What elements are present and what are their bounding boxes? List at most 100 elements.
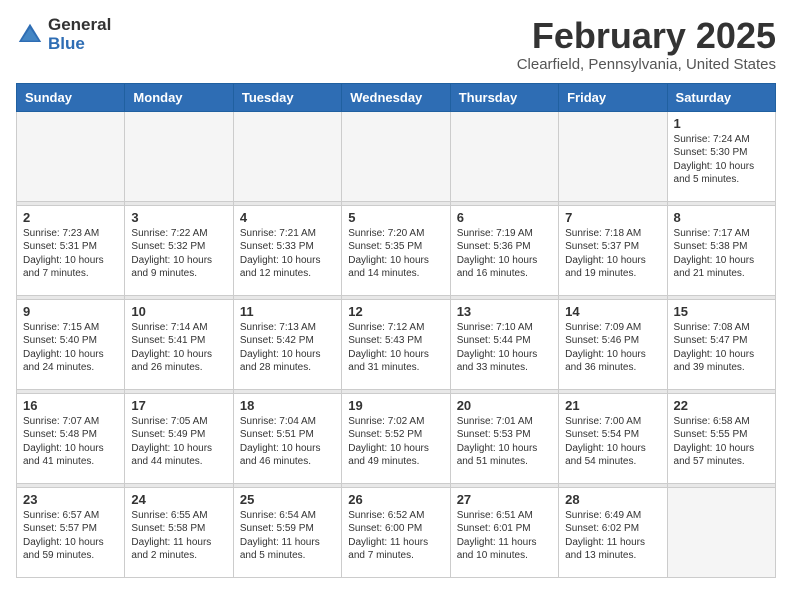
calendar-week-row-5: 23 Sunrise: 6:57 AM Sunset: 5:57 PM Dayli…	[17, 487, 776, 577]
day-info: Sunrise: 7:12 AM Sunset: 5:43 PM Dayligh…	[348, 321, 443, 375]
weekday-header-tuesday: Tuesday	[233, 83, 341, 111]
weekday-header-row: SundayMondayTuesdayWednesdayThursdayFrid…	[17, 83, 776, 111]
day-number: 26	[348, 492, 443, 507]
day-info: Sunrise: 6:52 AM Sunset: 6:00 PM Dayligh…	[348, 509, 443, 563]
calendar-cell	[667, 487, 775, 577]
calendar-week-row-2: 2 Sunrise: 7:23 AM Sunset: 5:31 PM Daylig…	[17, 205, 776, 295]
calendar-cell	[125, 111, 233, 201]
day-number: 10	[131, 304, 226, 319]
calendar-table: SundayMondayTuesdayWednesdayThursdayFrid…	[16, 83, 776, 578]
day-info: Sunrise: 7:15 AM Sunset: 5:40 PM Dayligh…	[23, 321, 118, 375]
day-info: Sunrise: 6:51 AM Sunset: 6:01 PM Dayligh…	[457, 509, 552, 563]
calendar-cell: 5 Sunrise: 7:20 AM Sunset: 5:35 PM Daylig…	[342, 205, 450, 295]
day-info: Sunrise: 6:49 AM Sunset: 6:02 PM Dayligh…	[565, 509, 660, 563]
day-number: 25	[240, 492, 335, 507]
calendar-cell	[559, 111, 667, 201]
calendar-cell: 28 Sunrise: 6:49 AM Sunset: 6:02 PM Dayli…	[559, 487, 667, 577]
calendar-cell: 13 Sunrise: 7:10 AM Sunset: 5:44 PM Dayli…	[450, 299, 558, 389]
day-number: 16	[23, 398, 118, 413]
day-number: 4	[240, 210, 335, 225]
day-info: Sunrise: 7:01 AM Sunset: 5:53 PM Dayligh…	[457, 415, 552, 469]
day-number: 18	[240, 398, 335, 413]
day-number: 2	[23, 210, 118, 225]
page-header: General Blue February 2025 Clearfield, P…	[16, 16, 776, 73]
calendar-cell: 14 Sunrise: 7:09 AM Sunset: 5:46 PM Dayli…	[559, 299, 667, 389]
weekday-header-wednesday: Wednesday	[342, 83, 450, 111]
day-info: Sunrise: 7:23 AM Sunset: 5:31 PM Dayligh…	[23, 227, 118, 281]
calendar-cell: 26 Sunrise: 6:52 AM Sunset: 6:00 PM Dayli…	[342, 487, 450, 577]
day-info: Sunrise: 7:10 AM Sunset: 5:44 PM Dayligh…	[457, 321, 552, 375]
logo-blue-text: Blue	[48, 35, 111, 54]
calendar-cell	[342, 111, 450, 201]
weekday-header-saturday: Saturday	[667, 83, 775, 111]
logo-general-text: General	[48, 16, 111, 35]
location-text: Clearfield, Pennsylvania, United States	[517, 56, 776, 73]
calendar-cell	[450, 111, 558, 201]
weekday-header-friday: Friday	[559, 83, 667, 111]
day-number: 8	[674, 210, 769, 225]
day-info: Sunrise: 7:02 AM Sunset: 5:52 PM Dayligh…	[348, 415, 443, 469]
day-number: 20	[457, 398, 552, 413]
day-info: Sunrise: 6:55 AM Sunset: 5:58 PM Dayligh…	[131, 509, 226, 563]
day-number: 13	[457, 304, 552, 319]
calendar-cell: 19 Sunrise: 7:02 AM Sunset: 5:52 PM Dayli…	[342, 393, 450, 483]
day-number: 28	[565, 492, 660, 507]
day-info: Sunrise: 7:08 AM Sunset: 5:47 PM Dayligh…	[674, 321, 769, 375]
day-number: 23	[23, 492, 118, 507]
day-number: 24	[131, 492, 226, 507]
calendar-cell	[17, 111, 125, 201]
day-number: 17	[131, 398, 226, 413]
calendar-cell: 3 Sunrise: 7:22 AM Sunset: 5:32 PM Daylig…	[125, 205, 233, 295]
day-info: Sunrise: 7:00 AM Sunset: 5:54 PM Dayligh…	[565, 415, 660, 469]
day-info: Sunrise: 7:05 AM Sunset: 5:49 PM Dayligh…	[131, 415, 226, 469]
day-number: 9	[23, 304, 118, 319]
calendar-cell: 18 Sunrise: 7:04 AM Sunset: 5:51 PM Dayli…	[233, 393, 341, 483]
calendar-week-row-3: 9 Sunrise: 7:15 AM Sunset: 5:40 PM Daylig…	[17, 299, 776, 389]
calendar-cell: 16 Sunrise: 7:07 AM Sunset: 5:48 PM Dayli…	[17, 393, 125, 483]
day-number: 7	[565, 210, 660, 225]
calendar-week-row-4: 16 Sunrise: 7:07 AM Sunset: 5:48 PM Dayli…	[17, 393, 776, 483]
calendar-cell: 25 Sunrise: 6:54 AM Sunset: 5:59 PM Dayli…	[233, 487, 341, 577]
month-title: February 2025	[517, 16, 776, 56]
weekday-header-thursday: Thursday	[450, 83, 558, 111]
day-info: Sunrise: 7:19 AM Sunset: 5:36 PM Dayligh…	[457, 227, 552, 281]
calendar-cell: 8Sunrise: 7:17 AM Sunset: 5:38 PM Daylig…	[667, 205, 775, 295]
day-number: 11	[240, 304, 335, 319]
calendar-cell: 20 Sunrise: 7:01 AM Sunset: 5:53 PM Dayli…	[450, 393, 558, 483]
calendar-cell: 27 Sunrise: 6:51 AM Sunset: 6:01 PM Dayli…	[450, 487, 558, 577]
calendar-cell: 23 Sunrise: 6:57 AM Sunset: 5:57 PM Dayli…	[17, 487, 125, 577]
day-number: 19	[348, 398, 443, 413]
calendar-cell: 6 Sunrise: 7:19 AM Sunset: 5:36 PM Daylig…	[450, 205, 558, 295]
day-number: 6	[457, 210, 552, 225]
day-info: Sunrise: 6:54 AM Sunset: 5:59 PM Dayligh…	[240, 509, 335, 563]
day-info: Sunrise: 7:22 AM Sunset: 5:32 PM Dayligh…	[131, 227, 226, 281]
day-number: 3	[131, 210, 226, 225]
day-info: Sunrise: 7:24 AM Sunset: 5:30 PM Dayligh…	[674, 133, 769, 187]
weekday-header-monday: Monday	[125, 83, 233, 111]
title-block: February 2025 Clearfield, Pennsylvania, …	[517, 16, 776, 73]
day-info: Sunrise: 7:14 AM Sunset: 5:41 PM Dayligh…	[131, 321, 226, 375]
calendar-cell: 10 Sunrise: 7:14 AM Sunset: 5:41 PM Dayli…	[125, 299, 233, 389]
calendar-cell: 2 Sunrise: 7:23 AM Sunset: 5:31 PM Daylig…	[17, 205, 125, 295]
day-info: Sunrise: 7:07 AM Sunset: 5:48 PM Dayligh…	[23, 415, 118, 469]
day-info: Sunrise: 6:57 AM Sunset: 5:57 PM Dayligh…	[23, 509, 118, 563]
calendar-week-row-1: 1Sunrise: 7:24 AM Sunset: 5:30 PM Daylig…	[17, 111, 776, 201]
calendar-cell: 11Sunrise: 7:13 AM Sunset: 5:42 PM Dayli…	[233, 299, 341, 389]
day-number: 5	[348, 210, 443, 225]
calendar-cell: 17 Sunrise: 7:05 AM Sunset: 5:49 PM Dayli…	[125, 393, 233, 483]
calendar-cell: 9 Sunrise: 7:15 AM Sunset: 5:40 PM Daylig…	[17, 299, 125, 389]
day-number: 27	[457, 492, 552, 507]
day-info: Sunrise: 7:04 AM Sunset: 5:51 PM Dayligh…	[240, 415, 335, 469]
calendar-cell: 12 Sunrise: 7:12 AM Sunset: 5:43 PM Dayli…	[342, 299, 450, 389]
calendar-cell: 4Sunrise: 7:21 AM Sunset: 5:33 PM Daylig…	[233, 205, 341, 295]
day-number: 14	[565, 304, 660, 319]
day-number: 21	[565, 398, 660, 413]
day-number: 12	[348, 304, 443, 319]
calendar-cell: 22Sunrise: 6:58 AM Sunset: 5:55 PM Dayli…	[667, 393, 775, 483]
day-info: Sunrise: 7:09 AM Sunset: 5:46 PM Dayligh…	[565, 321, 660, 375]
day-info: Sunrise: 7:18 AM Sunset: 5:37 PM Dayligh…	[565, 227, 660, 281]
logo-icon	[16, 21, 44, 49]
calendar-cell	[233, 111, 341, 201]
calendar-cell: 15Sunrise: 7:08 AM Sunset: 5:47 PM Dayli…	[667, 299, 775, 389]
day-info: Sunrise: 7:20 AM Sunset: 5:35 PM Dayligh…	[348, 227, 443, 281]
